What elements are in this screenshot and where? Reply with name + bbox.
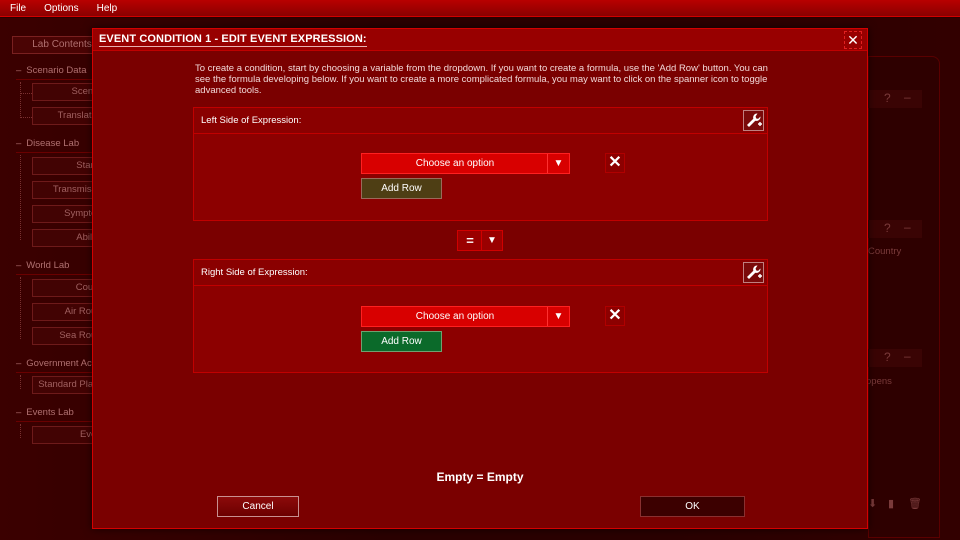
- right-spanner-button[interactable]: [743, 262, 764, 283]
- dropdown-value: Choose an option: [415, 158, 495, 169]
- tree-line: [20, 155, 21, 240]
- left-expression-header: Left Side of Expression:: [194, 108, 767, 134]
- help-icon[interactable]: ?: [884, 221, 891, 235]
- close-icon: ✕: [608, 154, 622, 171]
- dialog-header: EVENT CONDITION 1 - EDIT EVENT EXPRESSIO…: [93, 29, 867, 51]
- minimize-icon[interactable]: –: [904, 349, 911, 363]
- copy-icon[interactable]: ▮: [888, 497, 894, 510]
- left-expression-section: Left Side of Expression: Choose an optio…: [193, 107, 768, 221]
- left-add-row-button[interactable]: Add Row: [361, 178, 442, 199]
- left-remove-row-button[interactable]: ✕: [605, 153, 625, 173]
- close-button[interactable]: ✕: [844, 31, 862, 49]
- right-panel: [868, 56, 940, 538]
- dialog-title: EVENT CONDITION 1 - EDIT EVENT EXPRESSIO…: [99, 33, 367, 47]
- delete-icon[interactable]: 🗑: [908, 497, 922, 510]
- chevron-down-icon: ▼: [547, 154, 569, 173]
- minimize-icon[interactable]: –: [904, 220, 911, 234]
- left-spanner-button[interactable]: [743, 110, 764, 131]
- collapse-icon: –: [16, 407, 22, 418]
- tree-line: [20, 277, 21, 339]
- panel-header: ? –: [868, 349, 922, 367]
- right-expression-header: Right Side of Expression:: [194, 260, 767, 286]
- tree-line: [20, 424, 21, 438]
- tree-branch: [20, 93, 32, 94]
- cancel-button[interactable]: Cancel: [217, 496, 299, 517]
- collapse-icon: –: [16, 65, 22, 76]
- chevron-down-icon: ▼: [481, 231, 502, 250]
- collapse-icon: –: [16, 260, 22, 271]
- menu-bar: File Options Help: [0, 0, 960, 17]
- help-icon[interactable]: ?: [884, 350, 891, 364]
- move-down-icon[interactable]: ⬇: [868, 497, 877, 510]
- collapse-icon: –: [16, 358, 22, 369]
- left-variable-dropdown[interactable]: Choose an option ▼: [361, 153, 570, 174]
- panel-footer: ⬇ ▮ 🗑: [862, 496, 922, 514]
- help-icon[interactable]: ?: [884, 91, 891, 105]
- right-add-row-button[interactable]: Add Row: [361, 331, 442, 352]
- close-icon: ✕: [847, 32, 859, 48]
- right-expression-section: Right Side of Expression: Choose an opti…: [193, 259, 768, 373]
- minimize-icon[interactable]: –: [904, 90, 911, 104]
- ok-button[interactable]: OK: [640, 496, 745, 517]
- panel-text-country: Country: [868, 246, 902, 257]
- right-expression-label: Right Side of Expression:: [201, 267, 308, 278]
- right-remove-row-button[interactable]: ✕: [605, 306, 625, 326]
- tree-line: [20, 375, 21, 389]
- collapse-icon: –: [16, 138, 22, 149]
- panel-text-opens: opens: [866, 376, 892, 387]
- operator-dropdown[interactable]: = ▼: [457, 230, 503, 251]
- left-expression-label: Left Side of Expression:: [201, 115, 302, 126]
- tree-line: [20, 82, 21, 116]
- panel-header: ? –: [868, 90, 922, 108]
- dropdown-value: Choose an option: [415, 311, 495, 322]
- tree-branch: [20, 117, 32, 118]
- intro-text: To create a condition, start by choosing…: [195, 63, 768, 96]
- spanner-icon: [747, 113, 762, 127]
- chevron-down-icon: ▼: [547, 307, 569, 326]
- right-variable-dropdown[interactable]: Choose an option ▼: [361, 306, 570, 327]
- spanner-icon: [747, 265, 762, 279]
- menu-options[interactable]: Options: [44, 3, 78, 14]
- edit-expression-dialog: EVENT CONDITION 1 - EDIT EVENT EXPRESSIO…: [92, 28, 868, 529]
- close-icon: ✕: [608, 307, 622, 324]
- menu-help[interactable]: Help: [97, 3, 118, 14]
- panel-header: ? –: [868, 220, 922, 238]
- expression-summary: Empty = Empty: [436, 470, 524, 484]
- menu-file[interactable]: File: [10, 3, 26, 14]
- operator-value: =: [466, 233, 474, 248]
